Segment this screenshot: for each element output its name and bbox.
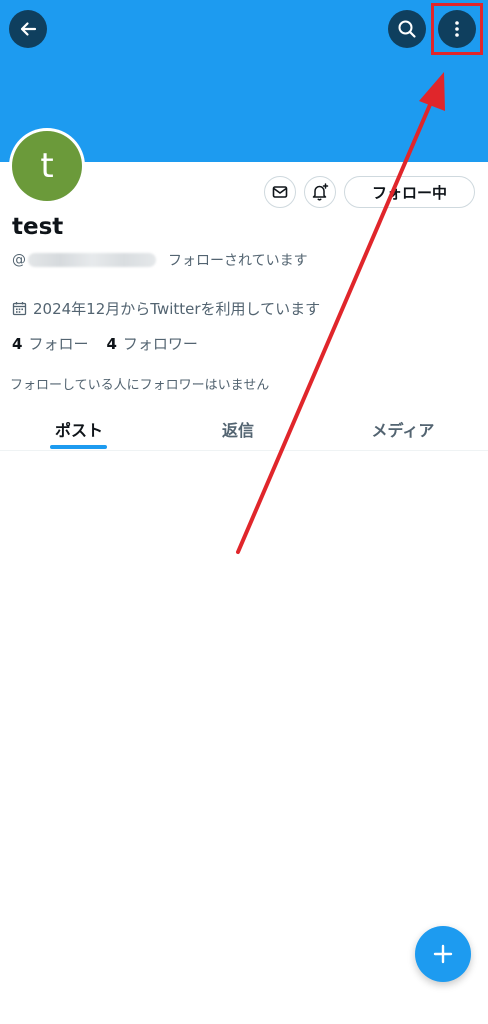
calendar-icon bbox=[12, 301, 27, 315]
joined-date-text: 2024年12月からTwitterを利用しています bbox=[33, 299, 321, 318]
following-button[interactable]: フォロー中 bbox=[344, 176, 475, 208]
joined-date-row: 2024年12月からTwitterを利用しています bbox=[12, 297, 320, 319]
annotation-highlight-box bbox=[431, 3, 483, 55]
arrow-left-icon bbox=[20, 22, 37, 36]
avatar-letter: t bbox=[12, 131, 82, 201]
follows-you-label: フォローされています bbox=[168, 253, 308, 269]
message-button[interactable] bbox=[264, 176, 296, 208]
tab-media[interactable]: メディア bbox=[362, 408, 444, 450]
profile-tabs: ポスト 返信 メディア bbox=[0, 408, 488, 451]
search-icon bbox=[398, 20, 416, 38]
notify-button[interactable] bbox=[304, 176, 336, 208]
active-tab-indicator bbox=[50, 445, 107, 449]
followers-count: 4 bbox=[106, 334, 117, 353]
blurred-handle bbox=[28, 253, 156, 267]
avatar[interactable]: t bbox=[9, 128, 85, 204]
compose-post-button[interactable] bbox=[415, 926, 471, 982]
following-count-link[interactable]: 4 フォロー bbox=[12, 333, 88, 354]
search-button[interactable] bbox=[388, 10, 426, 48]
mutual-followers-note: フォローしている人にフォロワーはいません bbox=[10, 378, 270, 393]
handle-prefix: @ bbox=[12, 252, 26, 268]
followers-label: フォロワー bbox=[122, 334, 198, 353]
tab-posts[interactable]: ポスト bbox=[50, 408, 108, 450]
display-name: test bbox=[12, 214, 64, 240]
following-count: 4 bbox=[12, 334, 23, 353]
follow-counts: 4 フォロー 4 フォロワー bbox=[12, 332, 198, 354]
profile-screen: t フォロー中 test @ フォローされています 2024年12月からTwit… bbox=[0, 0, 488, 1024]
handle-row: @ フォローされています bbox=[12, 250, 308, 270]
bell-plus-icon bbox=[312, 183, 329, 201]
tab-replies[interactable]: 返信 bbox=[210, 408, 266, 450]
plus-icon bbox=[433, 944, 453, 964]
followers-count-link[interactable]: 4 フォロワー bbox=[106, 333, 197, 354]
following-label: フォロー bbox=[28, 334, 89, 353]
envelope-icon bbox=[272, 186, 288, 198]
back-button[interactable] bbox=[9, 10, 47, 48]
